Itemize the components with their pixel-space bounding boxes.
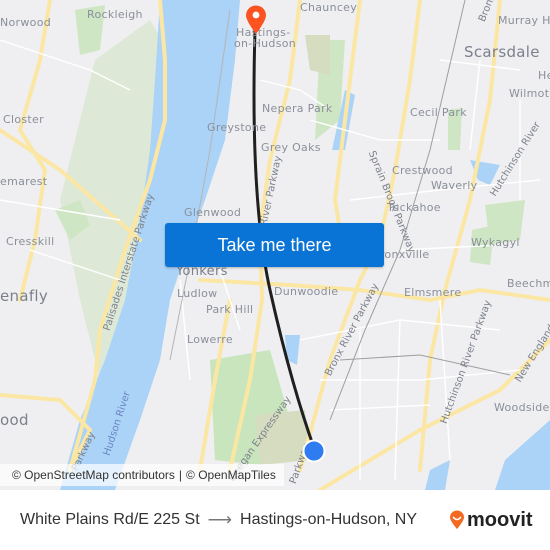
place-label-englewood: ood xyxy=(0,411,29,429)
place-label-dunwoodie: Dunwoodie xyxy=(274,285,339,298)
place-label-glenwood: Glenwood xyxy=(184,206,242,219)
origin-dot-icon[interactable] xyxy=(302,439,326,463)
place-label-nepera-park: Nepera Park xyxy=(262,102,333,115)
place-label-cresskill: Cresskill xyxy=(6,235,55,248)
place-label-ludlow: Ludlow xyxy=(177,287,218,300)
moovit-pin-icon xyxy=(450,510,464,529)
water-east xyxy=(495,420,550,490)
attribution-separator: | xyxy=(178,468,183,482)
place-label-crestwood: Crestwood xyxy=(392,164,453,177)
destination-name: Hastings-on-Hudson, NY xyxy=(240,511,417,528)
place-label-wilmot: Wilmot xyxy=(509,87,550,100)
place-label-norwood: Norwood xyxy=(0,16,52,29)
osm-attribution-link[interactable]: © OpenStreetMap contributors xyxy=(12,468,175,482)
place-label-scarsdale: Scarsdale xyxy=(464,43,540,61)
place-label-park-hill: Park Hill xyxy=(206,303,254,316)
moovit-wordmark: moovit xyxy=(467,508,533,531)
place-label-he: He xyxy=(538,69,550,82)
map-view[interactable]: Chauncey Murray Hi Rockleigh Norwood Has… xyxy=(0,0,550,490)
water-southeast xyxy=(425,460,450,490)
footer-bar: White Plains Rd/E 225 St ⟶ Hastings-on-H… xyxy=(0,490,550,550)
place-label-demarest: emarest xyxy=(0,175,48,188)
place-label-rockleigh: Rockleigh xyxy=(87,8,143,21)
place-label-hastings-2: on-Hudson xyxy=(234,37,297,50)
place-label-elmsmere: Elmsmere xyxy=(404,286,462,299)
place-label-murray-hill: Murray Hi xyxy=(498,14,550,27)
place-label-closter: Closter xyxy=(3,113,44,126)
place-label-woodside: Woodside xyxy=(494,401,550,414)
place-label-grey-oaks: Grey Oaks xyxy=(261,141,321,154)
place-label-chauncey: Chauncey xyxy=(300,1,358,14)
origin-name: White Plains Rd/E 225 St xyxy=(20,511,200,528)
destination-pin-icon[interactable] xyxy=(245,5,267,35)
moovit-logo[interactable]: moovit xyxy=(449,490,533,550)
omt-attribution-link[interactable]: © OpenMapTiles xyxy=(186,468,276,482)
place-label-greystone: Greystone xyxy=(207,121,267,134)
place-label-cecil-park: Cecil Park xyxy=(410,106,467,119)
place-label-waverly: Waverly xyxy=(431,179,478,192)
place-label-tenafly: enafly xyxy=(0,287,49,305)
place-label-lowerre: Lowerre xyxy=(187,333,233,346)
park-chauncey xyxy=(305,35,330,75)
route-summary: White Plains Rd/E 225 St ⟶ Hastings-on-H… xyxy=(20,490,417,550)
arrow-right-icon: ⟶ xyxy=(207,510,233,529)
rail-line-new-haven xyxy=(339,354,511,376)
place-label-wykagyl: Wykagyl xyxy=(471,236,520,249)
map-attribution: © OpenStreetMap contributors | © OpenMap… xyxy=(0,464,284,486)
take-me-there-button[interactable]: Take me there xyxy=(165,223,384,267)
place-label-beechmont: Beechm xyxy=(507,277,550,290)
